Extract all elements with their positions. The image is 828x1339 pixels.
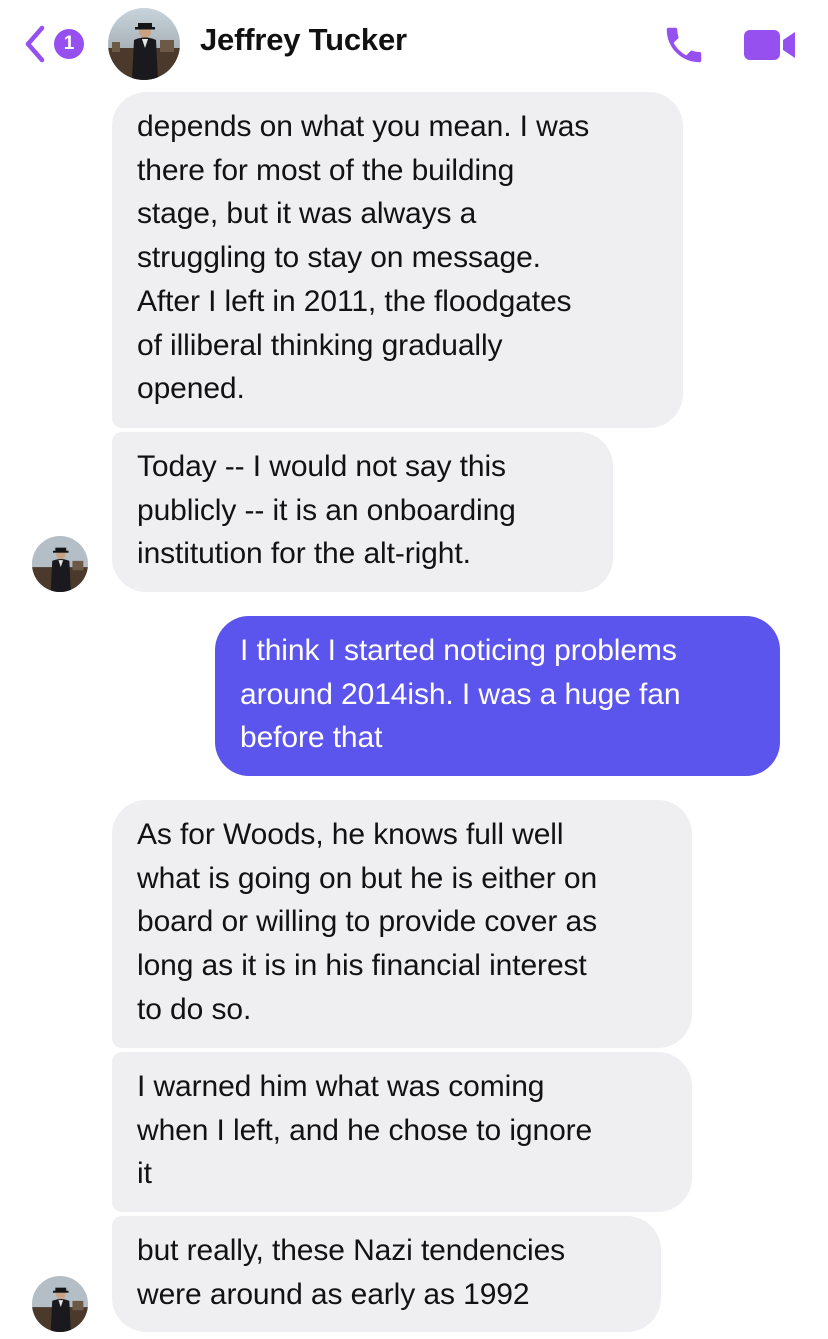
incoming-message-bubble[interactable]: As for Woods, he knows full well what is… <box>112 800 692 1048</box>
unread-count-badge: 1 <box>54 29 84 59</box>
phone-icon <box>666 27 702 63</box>
call-button[interactable] <box>661 22 707 68</box>
avatar-photo <box>108 8 180 80</box>
chat-header: 1 Jeffrey Tucker <box>0 0 828 88</box>
incoming-message-bubble[interactable]: depends on what you mean. I was there fo… <box>112 92 683 428</box>
contact-name[interactable]: Jeffrey Tucker <box>200 22 407 58</box>
sender-avatar[interactable] <box>32 536 88 592</box>
contact-avatar[interactable] <box>108 8 180 80</box>
video-call-button[interactable] <box>742 26 798 64</box>
sender-avatar[interactable] <box>32 1276 88 1332</box>
chat-screen: 1 Jeffrey Tucker depends on what you mea… <box>0 0 828 1339</box>
avatar-photo <box>32 536 88 592</box>
incoming-message-bubble[interactable]: but really, these Nazi tendencies were a… <box>112 1216 661 1332</box>
chevron-left-icon <box>25 25 45 63</box>
back-button[interactable]: 1 <box>22 24 92 64</box>
outgoing-message-bubble[interactable]: I think I started noticing problems arou… <box>215 616 780 776</box>
incoming-message-bubble[interactable]: Today -- I would not say this publicly -… <box>112 432 613 592</box>
incoming-message-bubble[interactable]: I warned him what was coming when I left… <box>112 1052 692 1212</box>
video-camera-icon <box>744 30 795 60</box>
avatar-photo <box>32 1276 88 1332</box>
